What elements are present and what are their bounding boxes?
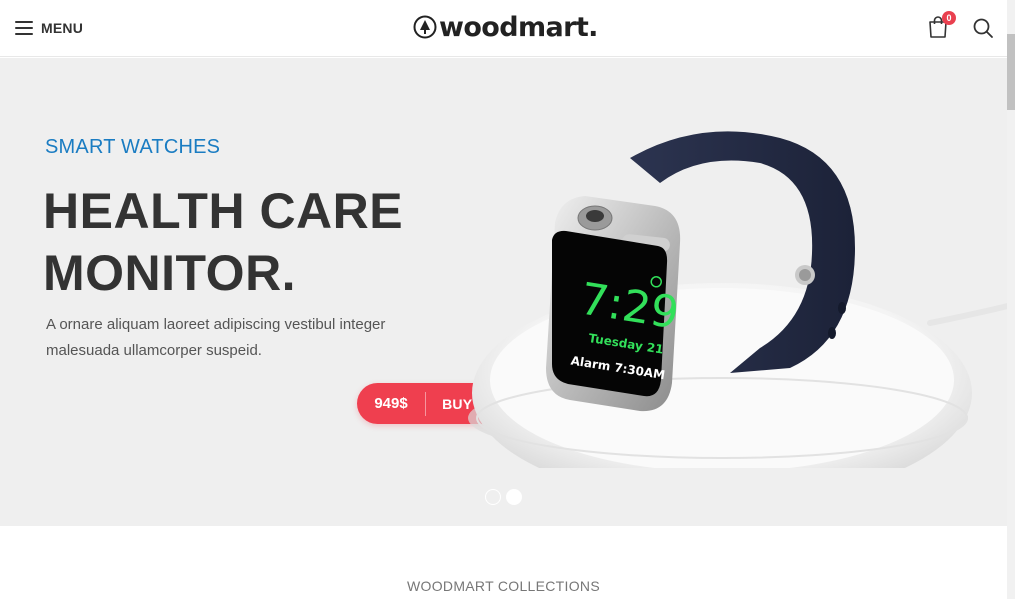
site-header: MENU woodmart. 0 [0, 0, 1007, 57]
page-scrollbar[interactable] [1007, 0, 1015, 599]
section-title: WOODMART COLLECTIONS [407, 578, 600, 594]
site-logo[interactable]: woodmart. [413, 11, 598, 43]
hamburger-icon [15, 21, 33, 35]
hero-headline-line1: HEALTH CARE [43, 183, 404, 239]
search-button[interactable] [972, 17, 994, 39]
hero-headline: HEALTH CARE MONITOR. [43, 180, 443, 304]
slider-dot-2[interactable] [506, 489, 522, 505]
smartwatch-product-image: 7:29 Tuesday 21 Alarm 7:30AM [468, 131, 1007, 468]
logo-mark-icon [413, 15, 437, 39]
logo-text: woodmart. [439, 11, 598, 43]
hero-slider: SMART WATCHES HEALTH CARE MONITOR. A orn… [0, 58, 1007, 526]
cart-count-badge: 0 [942, 11, 956, 25]
hero-headline-line2: MONITOR. [43, 245, 297, 301]
search-icon [973, 18, 993, 38]
slider-pagination [485, 489, 522, 505]
menu-button[interactable]: MENU [15, 18, 83, 38]
price-label: 949$ [374, 395, 408, 412]
hero-eyebrow: SMART WATCHES [45, 136, 221, 158]
cart-button[interactable]: 0 [927, 11, 956, 39]
scrollbar-thumb[interactable] [1007, 34, 1015, 110]
slider-dot-1[interactable] [485, 489, 501, 505]
menu-label: MENU [41, 20, 84, 36]
hero-description: A ornare aliquam laoreet adipiscing vest… [46, 316, 386, 359]
